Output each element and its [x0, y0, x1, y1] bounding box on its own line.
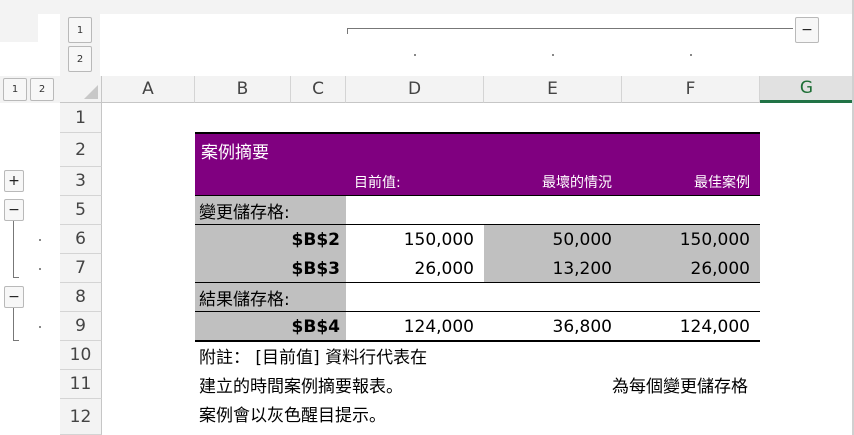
note-line-2-right[interactable]: 為每個變更儲存格: [608, 370, 778, 399]
column-header-d[interactable]: D: [346, 76, 484, 103]
note-line-3[interactable]: 案例會以灰色醒目提示。: [195, 399, 575, 428]
row-header-1[interactable]: 1: [60, 103, 102, 133]
row-expand-button[interactable]: +: [4, 170, 24, 192]
column-header-g[interactable]: G: [760, 76, 854, 103]
row-outline-bracket: [13, 221, 14, 277]
current-value[interactable]: 26,000: [346, 254, 484, 283]
note-line-1[interactable]: 附註： [目前值] 資料行代表在: [195, 341, 615, 370]
col-outline-dot: [414, 54, 416, 56]
column-header-e[interactable]: E: [484, 76, 622, 103]
current-value[interactable]: 124,000: [346, 312, 484, 341]
row-header-7[interactable]: 7: [60, 254, 102, 283]
worst-case-value[interactable]: 13,200: [484, 254, 622, 283]
col-outline-level-1-button[interactable]: 1: [68, 17, 92, 43]
select-all-corner[interactable]: [60, 76, 102, 103]
row-outline-level-1-button[interactable]: 1: [3, 78, 27, 101]
col-collapse-button[interactable]: −: [795, 17, 819, 43]
row-header-10[interactable]: 10: [60, 341, 102, 370]
header-worst-case[interactable]: 最壞的情況: [484, 167, 622, 196]
row-outline-dot: [39, 268, 41, 270]
row-header-5[interactable]: 5: [60, 196, 102, 225]
worst-case-value[interactable]: 50,000: [484, 225, 622, 254]
col-outline-bracket: [347, 28, 793, 29]
changing-cell-ref[interactable]: $B$2: [195, 225, 346, 254]
current-value[interactable]: 150,000: [346, 225, 484, 254]
worst-case-value[interactable]: 36,800: [484, 312, 622, 341]
row-outline-level-2-button[interactable]: 2: [30, 78, 54, 101]
row-header-2[interactable]: 2: [60, 133, 102, 167]
row-header-8[interactable]: 8: [60, 283, 102, 312]
header-current[interactable]: 目前值:: [346, 167, 484, 196]
row-collapse-button[interactable]: −: [4, 286, 24, 308]
row-outline-bracket: [13, 308, 14, 340]
table-row-border: [195, 282, 760, 283]
table-row-border: [195, 224, 760, 225]
row-outline-bracket-end: [13, 277, 19, 278]
row-header-12[interactable]: 12: [60, 399, 102, 435]
note-line-2[interactable]: 建立的時間案例摘要報表。: [195, 370, 575, 399]
col-outline-bracket-tick: [347, 28, 348, 34]
changing-cell-ref[interactable]: $B$3: [195, 254, 346, 283]
best-case-value[interactable]: 150,000: [622, 225, 760, 254]
table-top-border: [195, 132, 760, 134]
row-header-9[interactable]: 9: [60, 312, 102, 341]
row-outline-dot: [39, 326, 41, 328]
row-outline-dot: [39, 239, 41, 241]
result-cells-label[interactable]: 結果儲存格:: [195, 283, 346, 312]
best-case-value[interactable]: 124,000: [622, 312, 760, 341]
column-header-a[interactable]: A: [102, 76, 195, 103]
col-outline-dot: [552, 54, 554, 56]
column-header-c[interactable]: C: [291, 76, 346, 103]
row-header-6[interactable]: 6: [60, 225, 102, 254]
col-outline-dot: [690, 54, 692, 56]
summary-title[interactable]: 案例摘要: [195, 133, 760, 167]
best-case-value[interactable]: 26,000: [622, 254, 760, 283]
top-strip: [0, 0, 854, 14]
column-header-f[interactable]: F: [622, 76, 760, 103]
row-header-11[interactable]: 11: [60, 370, 102, 399]
row-header-3[interactable]: 3: [60, 167, 102, 196]
name-area: [0, 14, 38, 42]
result-cell-ref[interactable]: $B$4: [195, 312, 346, 341]
row-outline-bracket-end: [13, 340, 19, 341]
row-collapse-button[interactable]: −: [4, 199, 24, 221]
table-row-border: [195, 311, 760, 312]
changing-cells-label[interactable]: 變更儲存格:: [195, 196, 346, 225]
header-best-case[interactable]: 最佳案例: [622, 167, 760, 196]
summary-header-blank[interactable]: [195, 167, 346, 196]
column-header-b[interactable]: B: [195, 76, 291, 103]
table-header-border: [195, 195, 760, 196]
col-outline-level-2-button[interactable]: 2: [68, 46, 92, 72]
